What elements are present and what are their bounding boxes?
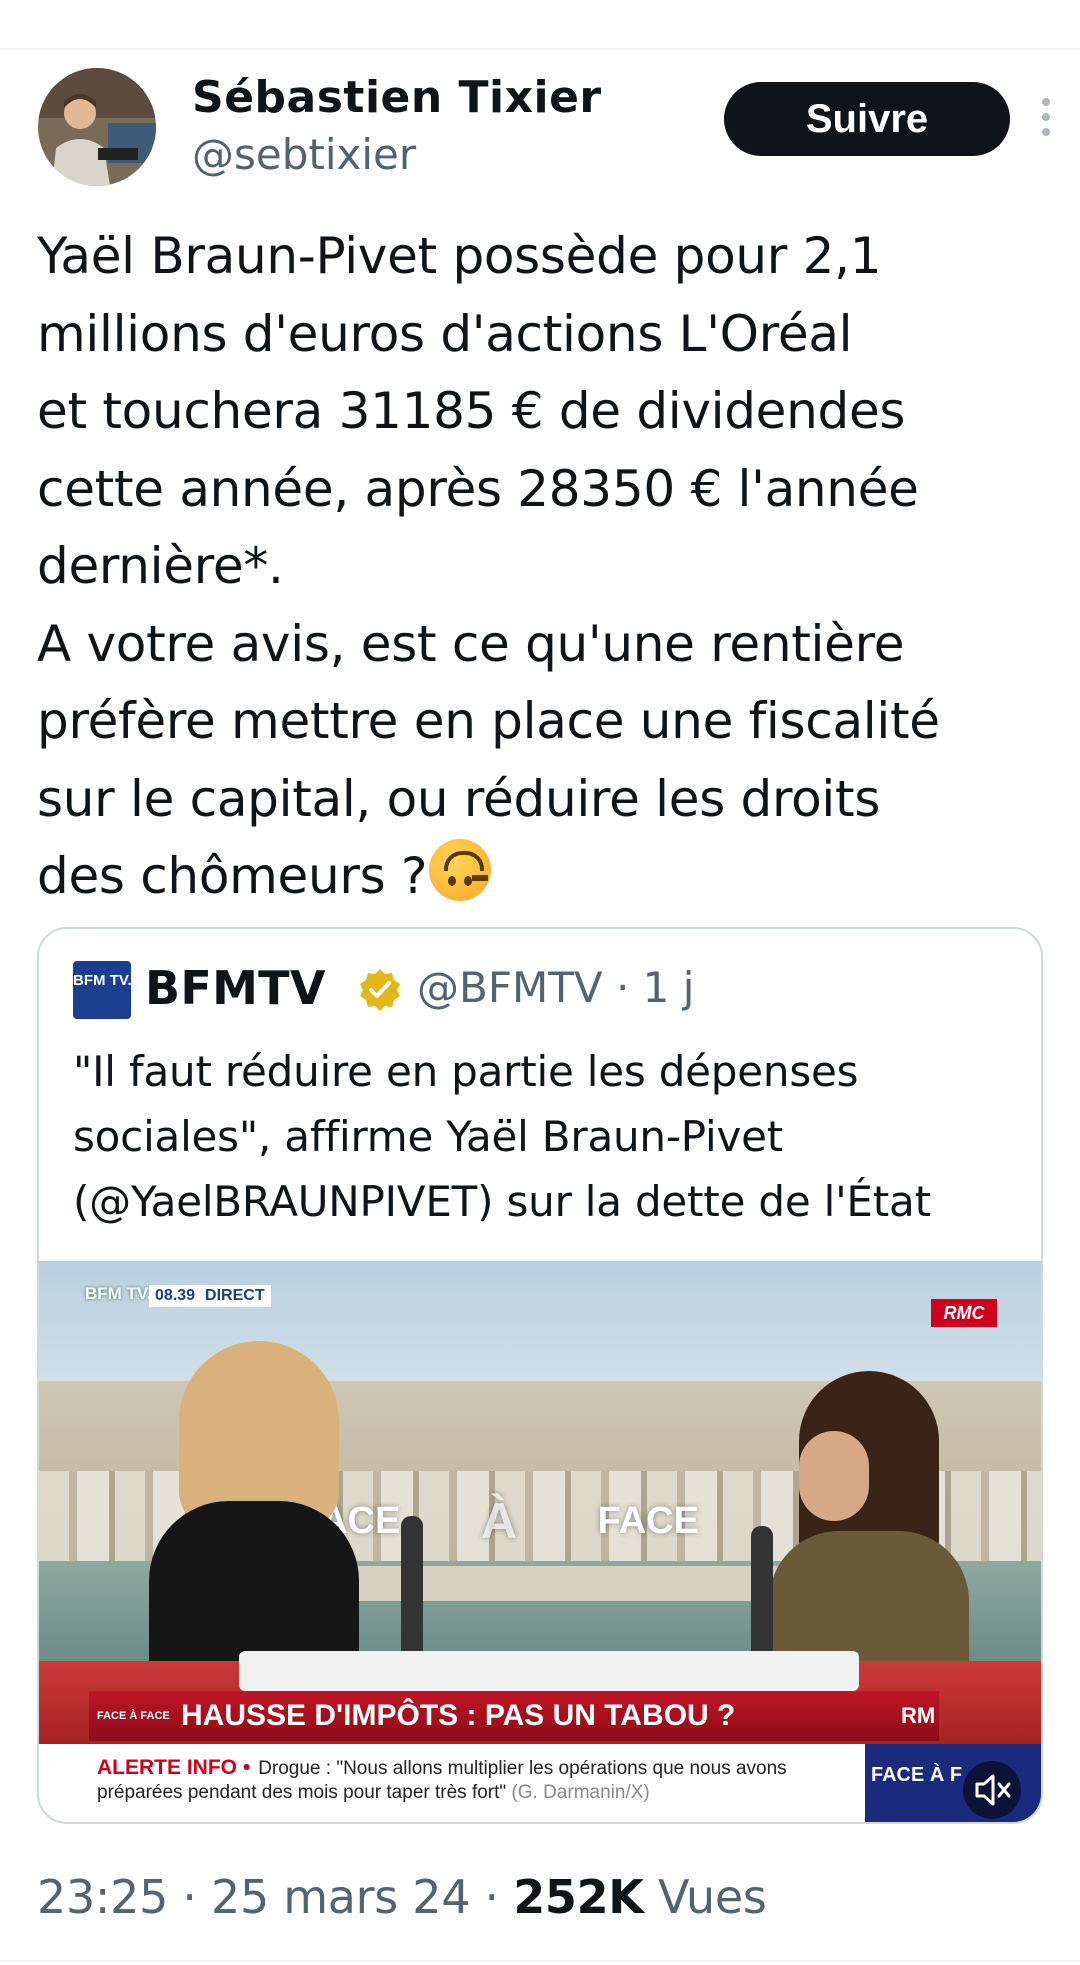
alert-label: ALERTE INFO •	[97, 1756, 251, 1779]
author-name[interactable]: Sébastien Tixier	[192, 72, 602, 123]
follow-button[interactable]: Suivre	[724, 82, 1010, 156]
more-options-icon[interactable]	[1038, 98, 1054, 142]
views-count: 252K	[513, 1870, 644, 1924]
quoted-tweet-text: "Il faut réduire en partie les dépenses …	[73, 1047, 931, 1226]
ticker-source: (G. Darmanin/X)	[511, 1782, 650, 1803]
rmc-logo: RMC	[931, 1299, 997, 1327]
face-word-2: FACE	[597, 1499, 699, 1542]
upside-down-face-emoji-icon	[429, 839, 492, 901]
video-table	[239, 1651, 859, 1691]
views-label: Vues	[643, 1870, 767, 1924]
mute-button[interactable]	[963, 1761, 1021, 1819]
banner-right: RM	[901, 1703, 936, 1728]
bfmtv-logo: BFM TV.	[85, 1284, 152, 1303]
tweet-footer: 23:25 · 25 mars 24 · 252K Vues	[37, 1870, 767, 1924]
verified-badge-icon	[360, 969, 400, 1011]
tweet-header: Sébastien Tixier @sebtixier Suivre	[38, 68, 1050, 193]
face-a-word: À	[480, 1493, 518, 1549]
video-time: 08.39	[155, 1287, 196, 1304]
live-label: DIRECT	[205, 1287, 265, 1304]
banner-tag: FACE À FACE	[97, 1710, 170, 1722]
avatar[interactable]	[38, 68, 156, 186]
bfmtv-avatar[interactable]: BFM TV.	[73, 961, 132, 1019]
quoted-tweet-header: BFM TV. BFMTV @BFMTV · 1 j	[73, 959, 1023, 1019]
headline-banner: FACE À FACE HAUSSE D'IMPÔTS : PAS UN TAB…	[89, 1691, 939, 1741]
tweet-timestamp[interactable]: 23:25 · 25 mars 24 ·	[37, 1870, 513, 1924]
banner-text: HAUSSE D'IMPÔTS : PAS UN TABOU ?	[181, 1699, 736, 1732]
muted-speaker-icon	[975, 1774, 1011, 1806]
tweet-text: Yaël Braun-Pivet possède pour 2,1 millio…	[37, 218, 1047, 916]
tweet-text-content: Yaël Braun-Pivet possède pour 2,1 millio…	[37, 227, 940, 905]
author-handle[interactable]: @sebtixier	[192, 130, 416, 179]
video-host	[149, 1341, 369, 1701]
quoted-tweet[interactable]: BFM TV. BFMTV @BFMTV · 1 j "Il faut rédu…	[37, 927, 1043, 1824]
news-ticker: ALERTE INFO • Drogue : "Nous allons multi…	[39, 1744, 865, 1822]
top-divider	[0, 48, 1080, 50]
bottom-divider	[0, 1960, 1080, 1962]
quoted-handle-time: @BFMTV · 1 j	[417, 963, 695, 1012]
quoted-author-name[interactable]: BFMTV	[145, 961, 326, 1015]
video-player[interactable]: FACE À FACE BFM TV. 08.39 DIRECT RMC FACE…	[39, 1261, 1041, 1822]
video-clock: 08.39 DIRECT	[149, 1285, 271, 1307]
